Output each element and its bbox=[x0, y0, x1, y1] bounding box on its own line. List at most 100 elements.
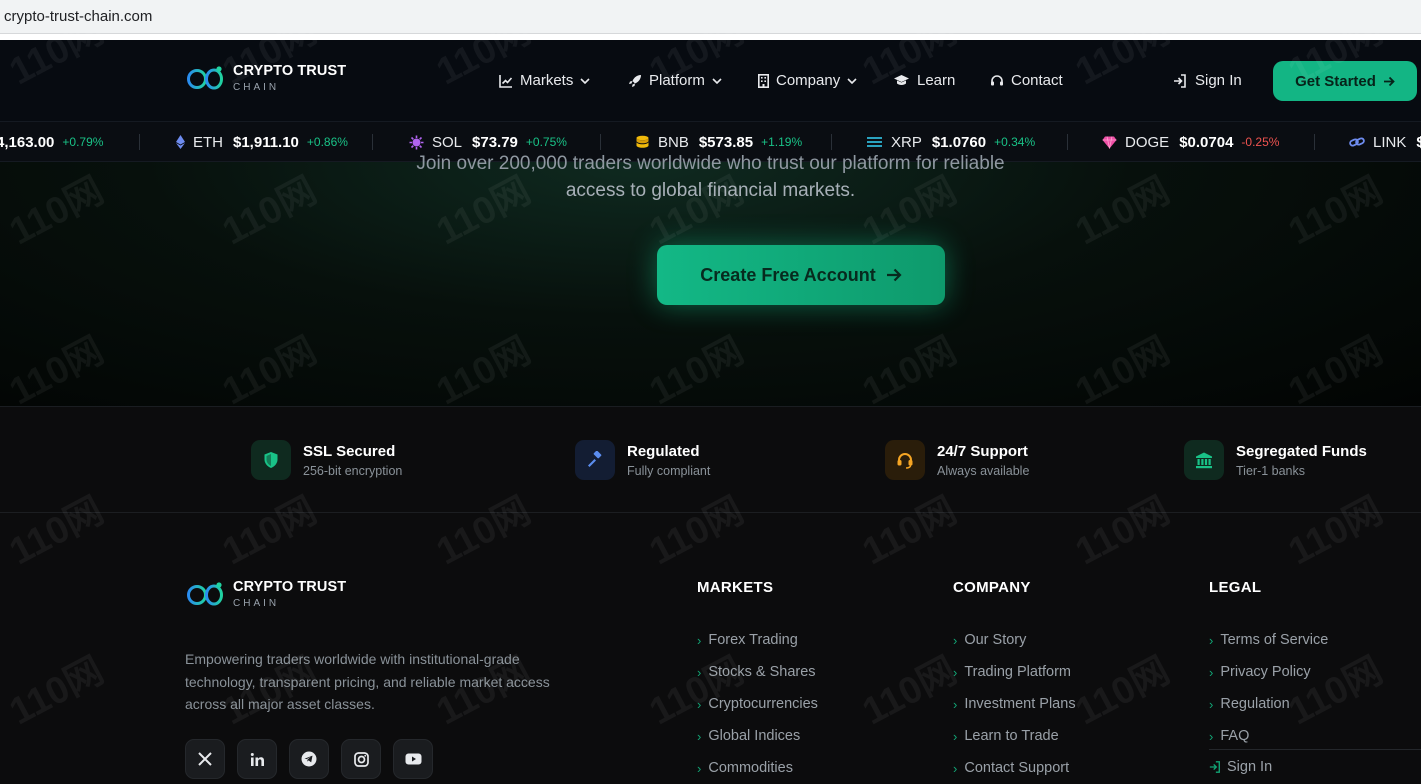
footer-col-legal: LEGAL › Terms of Service › Privacy Policy … bbox=[1209, 579, 1328, 752]
chevron-down-icon bbox=[847, 77, 857, 84]
ticker-symbol: ETH bbox=[193, 133, 223, 151]
chevron-right-icon: › bbox=[1209, 696, 1214, 712]
nav-markets-label: Markets bbox=[520, 72, 574, 89]
headset-icon bbox=[991, 74, 1003, 85]
footer-link[interactable]: › Regulation bbox=[1209, 688, 1328, 720]
chevron-right-icon: › bbox=[697, 728, 702, 744]
nav-learn-label: Learn bbox=[917, 72, 956, 89]
get-started-label: Get Started bbox=[1295, 72, 1376, 90]
chevron-right-icon: › bbox=[953, 696, 958, 712]
footer-col-title: LEGAL bbox=[1209, 579, 1262, 596]
ticker-change: +0.75% bbox=[525, 135, 567, 149]
ticker-change: +0.79% bbox=[62, 135, 104, 149]
footer-col-title: MARKETS bbox=[697, 579, 774, 596]
footer-link-label: Stocks & Shares bbox=[708, 664, 816, 680]
ticker-price: $0.0704 bbox=[1179, 133, 1234, 151]
linkedin-icon bbox=[250, 752, 264, 766]
url-text[interactable]: crypto-trust-chain.com bbox=[4, 8, 152, 25]
nav-platform[interactable]: Platform bbox=[628, 72, 722, 89]
footer-link[interactable]: › Investment Plans bbox=[953, 688, 1076, 720]
footer-link-label: Contact Support bbox=[964, 760, 1070, 776]
bank-icon bbox=[1196, 452, 1212, 468]
ticker-symbol: DOGE bbox=[1125, 133, 1170, 151]
badge-ssl: SSL Secured 256-bit encryption bbox=[251, 440, 402, 480]
footer-link-label: Learn to Trade bbox=[964, 728, 1059, 744]
youtube-icon bbox=[405, 753, 421, 765]
ticker-price: $1.0760 bbox=[931, 133, 987, 151]
social-links bbox=[185, 739, 445, 779]
solana-icon bbox=[409, 135, 424, 149]
social-x[interactable] bbox=[185, 739, 225, 779]
bnb-coins-icon bbox=[636, 135, 649, 148]
nav-contact-label: Contact bbox=[1011, 72, 1063, 89]
chevron-right-icon: › bbox=[697, 632, 702, 648]
social-youtube[interactable] bbox=[393, 739, 433, 779]
site-header: CRYPTO TRUST CHAIN Markets Platform Comp… bbox=[0, 40, 1421, 122]
footer-link-label: Regulation bbox=[1220, 696, 1290, 712]
brand-logo[interactable]: CRYPTO TRUST CHAIN bbox=[186, 64, 346, 93]
footer-link[interactable]: › Global Indices bbox=[697, 720, 818, 752]
hero-section: Join over 200,000 traders worldwide who … bbox=[0, 153, 1421, 407]
browser-url-bar[interactable]: crypto-trust-chain.com bbox=[0, 0, 1421, 34]
chevron-right-icon: › bbox=[1209, 664, 1214, 680]
rocket-icon bbox=[629, 74, 641, 87]
badge-subtitle: Always available bbox=[937, 463, 1030, 478]
chevron-down-icon bbox=[580, 77, 590, 84]
footer-link[interactable]: › Commodities bbox=[697, 752, 818, 784]
footer-signin-label: Sign In bbox=[1227, 759, 1273, 775]
ticker-symbol: XRP bbox=[891, 133, 922, 151]
badge-title: SSL Secured bbox=[303, 442, 396, 460]
footer-link[interactable]: › Forex Trading bbox=[697, 624, 818, 656]
social-telegram[interactable] bbox=[289, 739, 329, 779]
sign-in-icon bbox=[1209, 761, 1220, 773]
trust-badges: SSL Secured 256-bit encryption Regulated… bbox=[0, 407, 1421, 513]
nav-company[interactable]: Company bbox=[758, 72, 857, 89]
footer-link-label: Global Indices bbox=[708, 728, 801, 744]
badge-funds: Segregated Funds Tier-1 banks bbox=[1184, 440, 1367, 480]
infinity-logo-icon bbox=[187, 66, 223, 90]
footer-link[interactable]: › Privacy Policy bbox=[1209, 656, 1328, 688]
nav-markets[interactable]: Markets bbox=[499, 72, 590, 89]
nav-company-label: Company bbox=[776, 72, 841, 89]
footer-link-label: Investment Plans bbox=[964, 696, 1076, 712]
footer-link[interactable]: › Contact Support bbox=[953, 752, 1076, 784]
footer-link-label: Cryptocurrencies bbox=[708, 696, 818, 712]
arrow-right-icon bbox=[886, 268, 902, 282]
footer-link-label: FAQ bbox=[1220, 728, 1250, 744]
gavel-icon bbox=[588, 451, 602, 467]
footer-col-markets: MARKETS › Forex Trading › Stocks & Shares … bbox=[697, 579, 818, 784]
footer-brand-logo[interactable]: CRYPTO TRUST CHAIN bbox=[186, 580, 346, 609]
footer-link[interactable]: › FAQ bbox=[1209, 720, 1328, 752]
xrp-icon bbox=[867, 137, 882, 147]
telegram-icon bbox=[301, 751, 317, 767]
footer-link[interactable]: › Terms of Service bbox=[1209, 624, 1328, 656]
create-account-button[interactable]: Create Free Account bbox=[657, 245, 945, 305]
badge-subtitle: Fully compliant bbox=[627, 463, 711, 478]
chevron-right-icon: › bbox=[697, 664, 702, 680]
get-started-button[interactable]: Get Started bbox=[1273, 61, 1417, 101]
chevron-right-icon: › bbox=[953, 632, 958, 648]
footer-link[interactable]: › Cryptocurrencies bbox=[697, 688, 818, 720]
nav-platform-label: Platform bbox=[649, 72, 705, 89]
ticker-symbol: SOL bbox=[432, 133, 463, 151]
badge-regulated: Regulated Fully compliant bbox=[575, 440, 710, 480]
ticker-separator bbox=[1067, 134, 1068, 150]
footer-link[interactable]: › Trading Platform bbox=[953, 656, 1076, 688]
nav-learn[interactable]: Learn bbox=[893, 72, 955, 89]
footer-link-label: Commodities bbox=[708, 760, 793, 776]
infinity-logo-icon bbox=[187, 582, 223, 606]
nav-contact[interactable]: Contact bbox=[990, 72, 1063, 89]
social-linkedin[interactable] bbox=[237, 739, 277, 779]
signin-label: Sign In bbox=[1195, 72, 1242, 89]
chevron-right-icon: › bbox=[953, 664, 958, 680]
social-instagram[interactable] bbox=[341, 739, 381, 779]
signin-link[interactable]: Sign In bbox=[1173, 72, 1242, 89]
footer-link[interactable]: › Stocks & Shares bbox=[697, 656, 818, 688]
footer-link[interactable]: › Our Story bbox=[953, 624, 1076, 656]
shield-icon bbox=[264, 452, 278, 468]
footer-link[interactable]: › Learn to Trade bbox=[953, 720, 1076, 752]
ticker-symbol: LINK bbox=[1373, 133, 1407, 151]
headset-icon bbox=[897, 453, 913, 469]
brand-name: CRYPTO TRUST bbox=[233, 63, 347, 79]
footer-signin-link[interactable]: Sign In bbox=[1209, 759, 1272, 775]
